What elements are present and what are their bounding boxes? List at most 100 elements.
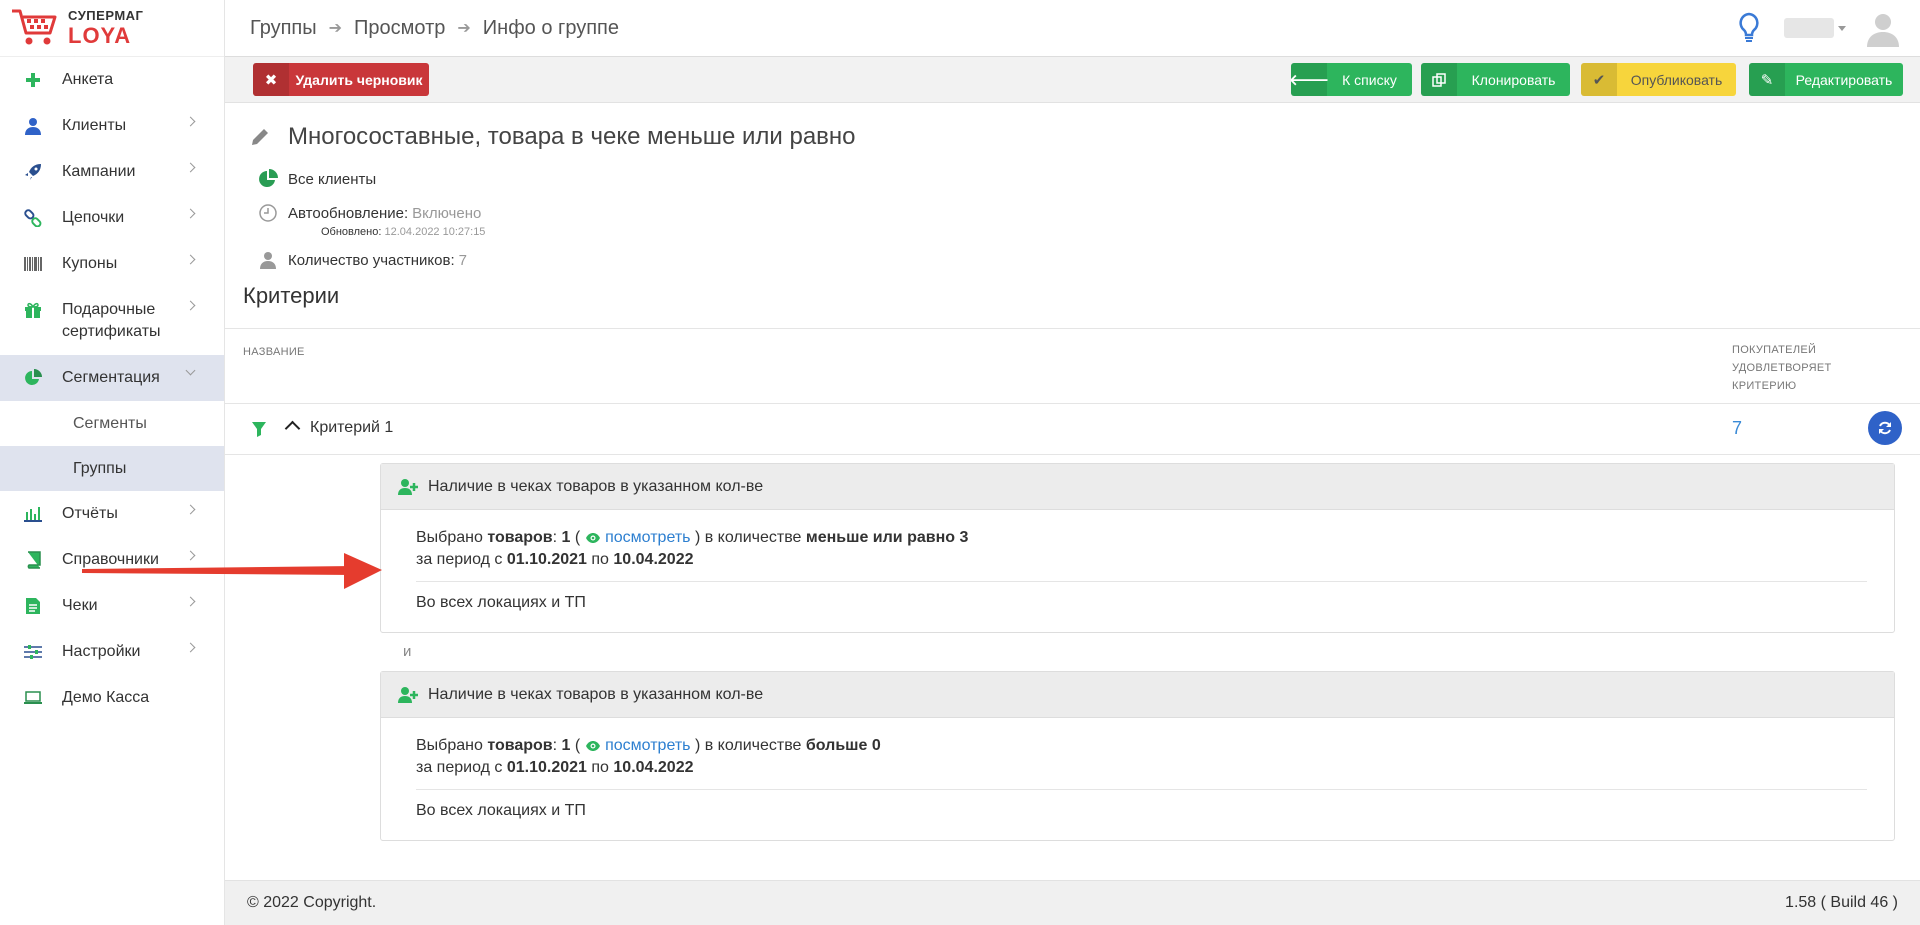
criteria-title: Критерии [243,283,340,308]
footer: © 2022 Copyright. 1.58 ( Build 46 ) [225,880,1920,925]
edit-button[interactable]: ✎ Редактировать [1749,63,1903,96]
close-icon: ✖ [253,63,289,96]
pie-chart-icon [22,367,44,389]
refresh-button[interactable] [1868,411,1902,445]
sidebar-item-campaigns[interactable]: Кампании [0,149,224,195]
sidebar-item-label: Отчёты [62,505,118,522]
criterion-buyers-count[interactable]: 7 [1732,418,1742,439]
condition-goods-line: Выбрано товаров: 1 ( посмотреть ) в коли… [416,737,881,754]
logo[interactable]: СУПЕРМАГ LOYA [0,0,224,57]
arrow-left-icon: 🡐 [1291,63,1329,96]
members-label: Количество участников: [288,251,455,269]
view-goods-link[interactable]: посмотреть [585,529,690,546]
sidebar-item-gift-certificates[interactable]: Подарочные сертификаты [0,287,224,355]
lightbulb-icon[interactable] [1736,12,1762,44]
cart-logo-icon [12,9,57,45]
refresh-icon [1879,421,1891,435]
sidebar-item-label: Анкета [62,71,114,88]
caret-down-icon[interactable] [1838,25,1846,31]
brand-line1: СУПЕРМАГ [68,8,144,23]
breadcrumb-current: Инфо о группе [482,16,620,39]
arrow-right-icon: ➔ [457,20,471,37]
sidebar-item-coupons[interactable]: Купоны [0,241,224,287]
condition-period-line: за период с 01.10.2021 по 10.04.2022 [416,551,694,568]
chevron-right-icon [185,642,196,653]
sidebar-item-label: Цепочки [62,209,125,226]
condition-goods-line: Выбрано товаров: 1 ( посмотреть ) в коли… [416,529,969,546]
pencil-icon: ✎ [1749,63,1785,96]
sidebar-item-label: Настройки [62,643,141,660]
top-header: Группы ➔ Просмотр ➔ Инфо о группе [225,0,1920,57]
divider [416,789,1867,790]
condition-card: Наличие в чеках товаров в указанном кол-… [380,463,1895,633]
condition-period-line: за период с 01.10.2021 по 10.04.2022 [416,759,694,776]
breadcrumb-view[interactable]: Просмотр [354,17,445,40]
eye-icon [585,533,600,543]
annotation-arrow [82,553,382,589]
breadcrumb: Группы ➔ Просмотр ➔ Инфо о группе [225,17,619,40]
sidebar-item-reports[interactable]: Отчёты [0,491,224,537]
autoupdate-value: Включено [412,204,482,222]
plus-icon [22,69,44,91]
user-plus-icon [398,478,418,495]
chevron-right-icon [185,162,196,173]
page-title: Многосоставные, товара в чеке меньше или… [250,123,856,151]
members-count: 7 [458,251,467,269]
chevron-right-icon [185,300,196,311]
delete-draft-button[interactable]: ✖ Удалить черновик [253,63,429,96]
avatar[interactable] [1864,9,1902,47]
pie-chart-icon [258,169,278,189]
clone-button[interactable]: Клонировать [1421,63,1570,96]
chevron-down-icon [185,365,196,376]
pencil-icon [252,129,268,145]
sidebar-item-label: Подарочные сертификаты [62,301,161,340]
sidebar-item-clients[interactable]: Клиенты [0,103,224,149]
rocket-icon [22,161,44,183]
chevron-right-icon [185,208,196,219]
clock-icon [258,203,278,223]
copyright: © 2022 Copyright. [247,894,377,911]
condition-locations: Во всех локациях и ТП [416,802,586,819]
sidebar-item-label: Чеки [62,597,98,614]
column-buyers: ПОКУПАТЕЛЕЙ УДОВЛЕТВОРЯЕТ КРИТЕРИЮ [1732,344,1832,392]
sliders-icon [22,641,44,663]
autoupdate-row: Автообновление: Включено [258,203,481,223]
audience-label: Все клиенты [288,170,377,188]
sidebar: СУПЕРМАГ LOYA Анкета Клиенты Кампании Це… [0,0,225,925]
chevron-up-icon[interactable] [284,420,301,437]
and-separator: и [403,643,412,660]
sidebar-subitem-segments[interactable]: Сегменты [0,401,224,446]
members-row: Количество участников: 7 [258,250,467,270]
condition-header: Наличие в чеках товаров в указанном кол-… [381,464,1894,510]
to-list-button[interactable]: 🡐 К списку [1291,63,1412,96]
barcode-icon [22,253,44,275]
brand-line2: LOYA [68,23,132,48]
criterion-name: Критерий 1 [310,419,394,436]
user-icon [258,250,278,270]
version: 1.58 ( Build 46 ) [1785,894,1898,911]
sidebar-item-demo-cash[interactable]: Демо Касса [0,675,224,721]
username-blurred[interactable] [1784,18,1834,38]
sidebar-item-anketa[interactable]: Анкета [0,57,224,103]
sidebar-item-label: Купоны [62,255,118,272]
column-name: НАЗВАНИЕ [243,346,305,358]
sidebar-item-label: Сегментация [62,369,160,386]
check-icon: ✔ [1581,63,1617,96]
breadcrumb-groups[interactable]: Группы [250,17,317,40]
sidebar-item-chains[interactable]: Цепочки [0,195,224,241]
publish-button[interactable]: ✔ Опубликовать [1581,63,1736,96]
view-goods-link[interactable]: посмотреть [585,737,690,754]
user-icon [22,115,44,137]
bar-chart-icon [22,503,44,525]
laptop-icon [22,687,44,709]
sidebar-item-label: Клиенты [62,117,127,134]
condition-body: Выбрано товаров: 1 ( посмотреть ) в коли… [381,510,1894,632]
sidebar-item-settings[interactable]: Настройки [0,629,224,675]
sidebar-subitem-groups[interactable]: Группы [0,446,224,491]
main-content: Многосоставные, товара в чеке меньше или… [225,103,1920,879]
sidebar-item-label: Кампании [62,163,136,180]
sidebar-item-segmentation[interactable]: Сегментация [0,355,224,401]
filter-icon [251,421,267,442]
gift-icon [22,299,44,321]
condition-header: Наличие в чеках товаров в указанном кол-… [381,672,1894,718]
